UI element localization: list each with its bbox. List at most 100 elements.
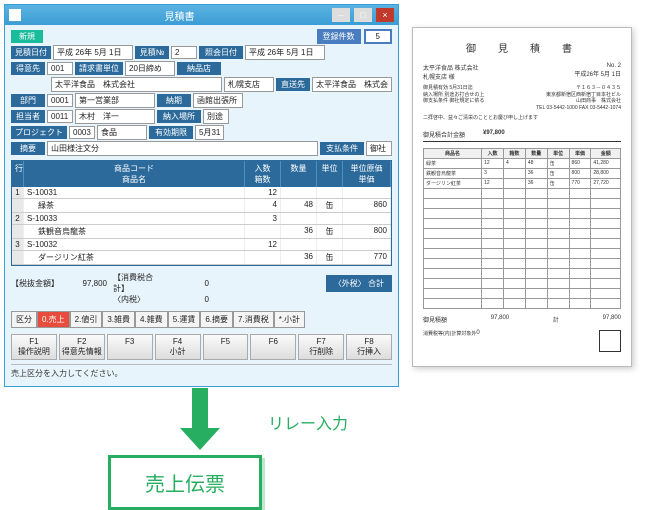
titlebar[interactable]: 見積書 – □ × [5, 5, 398, 25]
doc-greeting: 二拝啓中、益々ご清栄のこととお慶び申し上げます [423, 115, 621, 122]
doc-footer: 御見積額97,800 計97,800 [423, 315, 621, 324]
place-field[interactable]: 別途 [203, 109, 229, 124]
tax-label: 【消費税合計】 [113, 272, 163, 294]
line-items-grid: 行 商品コード商品名 入数箱数 数量 単位 単位原価単価 1S-1003112緑… [11, 160, 392, 266]
app-icon [9, 9, 21, 21]
register-value: 5 [364, 29, 392, 44]
pretax-value: 97,800 [67, 279, 107, 288]
minimize-button[interactable]: – [332, 8, 350, 22]
table-row[interactable]: ダージリン紅茶36缶770 [12, 251, 391, 265]
refdate-label: 照会日付 [199, 46, 243, 59]
pretax-label: 【税抜金額】 [11, 278, 61, 289]
segment-item[interactable]: *.小計 [274, 311, 305, 328]
place-label: 納入場所 [157, 110, 201, 123]
dept-name[interactable]: 第一営業部 [75, 93, 155, 108]
customer-code[interactable]: 001 [47, 62, 73, 75]
requnit-label: 請求書単位 [75, 62, 123, 75]
slipno-label: 見積№ [135, 46, 169, 59]
doc-title: 御 見 積 書 [423, 40, 621, 55]
dept-label: 部門 [11, 94, 45, 107]
doc-date: 平成26年 5月 1日 [574, 69, 621, 78]
function-keys: F1操作説明F2得意先情報F3F4小計F5F6F7行削除F8行挿入 [11, 334, 392, 360]
fkey-f8[interactable]: F8行挿入 [346, 334, 392, 360]
segment-item[interactable]: 0.売上 [37, 311, 70, 328]
quote-preview-doc: 御 見 積 書 太平洋食品 株式会社 札幌支店 様 No. 2 平成26年 5月… [412, 27, 632, 367]
pay-field[interactable]: 御社 [366, 141, 392, 156]
segment-item[interactable]: 5.運賃 [168, 311, 201, 328]
date-label: 見積日付 [11, 46, 51, 59]
customer-label: 得意先 [11, 62, 45, 75]
col-price: 単位原価単価 [343, 161, 391, 187]
segment-item[interactable]: 2.値引 [70, 311, 103, 328]
segment-bar: 区分 0.売上2.値引3.雑費4.雑費5.運賃6.摘要7.消費税*.小計 [11, 311, 392, 328]
table-row[interactable]: 緑茶448缶860 [12, 199, 391, 213]
register-label: 登録件数 [317, 29, 361, 44]
register-count: 登録件数 5 [317, 29, 392, 44]
doc-total-value: ¥97,800 [483, 130, 505, 139]
date-field[interactable]: 平成 26年 5月 1日 [53, 45, 133, 60]
fkey-f3[interactable]: F3 [107, 334, 153, 360]
col-qty1: 入数箱数 [245, 161, 281, 187]
col-code: 商品コード商品名 [24, 161, 245, 187]
table-row[interactable]: 2S-100333 [12, 213, 391, 225]
doc-total-label: 御見積合計金額 [423, 130, 483, 139]
staff-label: 担当者 [11, 110, 45, 123]
col-row: 行 [12, 161, 24, 187]
fkey-f5[interactable]: F5 [203, 334, 249, 360]
segment-item[interactable]: 4.雑費 [135, 311, 168, 328]
staff-name[interactable]: 木村 洋一 [75, 109, 155, 124]
window-body: 新規 登録件数 5 見積日付 平成 26年 5月 1日 見積№ 2 照会日付 平… [5, 25, 398, 383]
dept-code[interactable]: 0001 [47, 94, 73, 107]
totals-row: 【税抜金額】 97,800 【消費税合計】 0 〈外税〉 合計 [11, 272, 392, 294]
fkey-f1[interactable]: F1操作説明 [11, 334, 57, 360]
project-label: プロジェクト [11, 126, 67, 139]
status-bar: 売上区分を入力してください。 [11, 364, 392, 379]
fkey-f4[interactable]: F4小計 [155, 334, 201, 360]
segment-item[interactable]: 7.消費税 [233, 311, 274, 328]
delivery-field[interactable]: 函館出張所 [193, 93, 243, 108]
shipstore-field[interactable]: 札幌支店 [224, 77, 274, 92]
grid-header: 行 商品コード商品名 入数箱数 数量 単位 単位原価単価 [12, 161, 391, 187]
col-unit: 単位 [317, 161, 343, 187]
table-row[interactable]: 鉄観音烏龍茶36缶800 [12, 225, 391, 239]
subject-label: 摘要 [11, 142, 45, 155]
fkey-f6[interactable]: F6 [250, 334, 296, 360]
pay-label: 支払条件 [320, 142, 364, 155]
direct-field[interactable]: 太平洋食品 株式会 [312, 77, 392, 92]
segment-label: 区分 [11, 311, 37, 328]
flow-arrow-icon [180, 388, 220, 450]
tax-button[interactable]: 〈外税〉 合計 [326, 275, 392, 292]
inner-label: 〈内税〉 [113, 294, 163, 305]
doc-to: 太平洋食品 株式会社 札幌支店 様 [423, 63, 479, 81]
doc-table: 商品名入数箱数数量単位単価金額 緑茶12448缶86041,280鉄観音烏龍茶3… [423, 148, 621, 309]
valid-field[interactable]: 5月31 [195, 125, 224, 140]
slipno-field[interactable]: 2 [171, 46, 197, 59]
requnit-field[interactable]: 20日締め [125, 61, 175, 76]
subject-field[interactable]: 山田様注文分 [47, 141, 318, 156]
staff-code[interactable]: 0011 [47, 110, 73, 123]
direct-label: 直送先 [276, 78, 310, 91]
maximize-button[interactable]: □ [354, 8, 372, 22]
fkey-f2[interactable]: F2得意先情報 [59, 334, 105, 360]
delivery-label: 納期 [157, 94, 191, 107]
project-code[interactable]: 0003 [69, 126, 95, 139]
segment-item[interactable]: 6.摘要 [200, 311, 233, 328]
doc-from: 〒１６３－０４３５ 東京都新宿区西新宿丁目本社ビル 山田商事 株式会社 TEL … [536, 85, 621, 111]
project-name[interactable]: 食品 [97, 125, 147, 140]
relay-label: リレー入力 [268, 410, 348, 434]
refdate-field[interactable]: 平成 26年 5月 1日 [245, 45, 325, 60]
col-qty2: 数量 [281, 161, 317, 187]
close-button[interactable]: × [376, 8, 394, 22]
seal-box [599, 330, 621, 352]
table-row[interactable]: 1S-1003112 [12, 187, 391, 199]
mode-tag: 新規 [11, 30, 43, 43]
sales-slip-callout: 売上伝票 [108, 455, 262, 510]
grid-body[interactable]: 1S-1003112緑茶448缶8602S-100333鉄観音烏龍茶36缶800… [12, 187, 391, 265]
customer-name[interactable]: 太平洋食品 株式会社 [51, 77, 222, 92]
segment-item[interactable]: 3.雑費 [102, 311, 135, 328]
table-row[interactable]: 3S-1003212 [12, 239, 391, 251]
tax-value: 0 [169, 279, 209, 288]
shipstore-label: 納品店 [177, 62, 221, 75]
valid-label: 有効期限 [149, 126, 193, 139]
fkey-f7[interactable]: F7行削除 [298, 334, 344, 360]
